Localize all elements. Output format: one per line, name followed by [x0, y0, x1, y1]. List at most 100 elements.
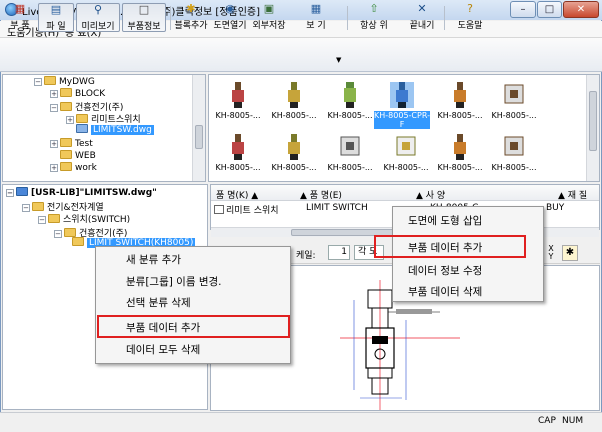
part-thumbnail[interactable]: KH-8005-... — [432, 134, 488, 172]
toolbar-always-on-top-button[interactable]: ⇧ 항상 위 — [354, 3, 394, 32]
part-thumbnail[interactable]: KH-8005-... — [322, 134, 378, 172]
column-header-name-kr[interactable]: 품 명(K) ▲ — [216, 188, 258, 201]
collapse-icon[interactable]: − — [6, 189, 14, 197]
collapse-icon[interactable]: − — [50, 104, 58, 112]
document-icon — [214, 205, 224, 214]
toolbar-preview-button[interactable]: ⚲ 미리보기 — [76, 3, 120, 32]
toolbar-parts-button[interactable]: ▦ 부 품 — [6, 3, 34, 32]
collapse-icon[interactable]: − — [38, 216, 46, 224]
limit-switch-icon — [338, 82, 362, 108]
part-thumbnail[interactable]: KH-8005-... — [486, 82, 542, 120]
expand-icon[interactable]: + — [50, 90, 58, 98]
limit-switch-icon — [282, 134, 306, 160]
tree-item-block[interactable]: + BLOCK — [50, 88, 105, 99]
help-icon: ? — [467, 2, 473, 15]
limit-switch-icon — [502, 82, 526, 108]
menu-delete-part-data[interactable]: 부품 데이터 삭제 — [408, 284, 482, 299]
menu-rename-category[interactable]: 분류[그룹] 이름 변경. — [126, 274, 222, 289]
collapse-icon[interactable]: − — [54, 230, 62, 238]
drawing-open-icon: ◉ — [225, 2, 235, 15]
column-header-spec[interactable]: ▲ 사 양 — [416, 188, 445, 201]
num-indicator: NUM — [562, 416, 584, 426]
tree-item-work[interactable]: + work — [50, 162, 97, 173]
menu-edit-data-info[interactable]: 데이터 정보 수정 — [408, 263, 482, 278]
menu-new-category[interactable]: 새 분류 추가 — [126, 252, 181, 267]
close-button[interactable]: ✕ — [563, 1, 599, 18]
folder-icon — [44, 76, 56, 85]
limit-switch-icon — [502, 134, 526, 160]
folder-icon — [60, 162, 72, 171]
column-header-name-en[interactable]: ▲ 품 명(E) — [300, 188, 342, 201]
toolbar-block-add-button[interactable]: ✱ 블록추가 — [173, 3, 209, 32]
thumbnail-scrollbar[interactable] — [586, 75, 599, 181]
insert-block-icon[interactable]: ✱ — [562, 245, 578, 261]
limit-switch-icon — [448, 134, 472, 160]
menu-delete-all-data[interactable]: 데이터 모두 삭제 — [126, 342, 200, 357]
menu-delete-category[interactable]: 선택 분류 삭제 — [126, 295, 191, 310]
table-row[interactable]: 리미트 스위치 — [214, 203, 279, 216]
limit-switch-icon — [448, 82, 472, 108]
table-cell: LIMIT SWITCH — [306, 203, 368, 213]
collapse-icon[interactable]: − — [22, 204, 30, 212]
block-add-icon: ✱ — [186, 2, 196, 15]
toolbar-external-save-button[interactable]: ▣ 외부저장 — [251, 3, 287, 32]
preview-icon: ⚲ — [93, 3, 103, 16]
part-info-icon: □ — [138, 3, 150, 16]
toolbar-file-button[interactable]: ▤ 파 일 — [38, 3, 74, 32]
grid-header — [211, 185, 599, 201]
menu-add-part-data[interactable]: 부품 데이터 추가 — [408, 240, 482, 255]
toolbar-separator — [170, 6, 171, 30]
toolbar-view-button[interactable]: ▦ 보 기 — [296, 3, 336, 32]
tree-item-limitsw-dwg[interactable]: LIMITSW.dwg — [76, 124, 154, 135]
library-icon — [16, 187, 28, 196]
lib-item-switch[interactable]: − 스위치(SWITCH) — [38, 212, 130, 225]
part-thumbnail[interactable]: KH-8005-... — [210, 82, 266, 120]
file-tree-scrollbar[interactable] — [192, 75, 205, 181]
exit-icon: ✕ — [417, 2, 427, 15]
scrollbar-thumb[interactable] — [195, 125, 203, 149]
toolbar-part-info-button[interactable]: □ 부품정보 — [122, 3, 166, 32]
table-cell: BUY — [546, 203, 565, 213]
view-icon: ▦ — [310, 2, 322, 15]
always-on-top-icon: ⇧ — [369, 2, 379, 15]
folder-icon — [60, 138, 72, 147]
part-thumbnail[interactable]: KH-8005-... — [210, 134, 266, 172]
column-header-material[interactable]: ▲ 재 질 — [558, 188, 587, 201]
maximize-button[interactable]: □ — [537, 1, 562, 18]
part-thumbnail[interactable]: KH-8005-... — [266, 134, 322, 172]
toolbar-separator — [347, 6, 348, 30]
scrollbar-thumb[interactable] — [589, 91, 597, 151]
tree-item-mydwg[interactable]: − MyDWG — [34, 76, 95, 87]
menu-add-part-data[interactable]: 부품 데이터 추가 — [126, 320, 200, 335]
tree-item-web[interactable]: WEB — [50, 150, 96, 161]
part-thumbnail[interactable]: KH-8005-... — [378, 134, 434, 172]
flip-xy-icon[interactable]: XY — [544, 245, 558, 262]
toolbar-exit-button[interactable]: ✕ 끝내기 — [404, 3, 440, 32]
expand-icon[interactable]: + — [50, 164, 58, 172]
part-thumbnail[interactable]: KH-8005-... — [432, 82, 488, 120]
limit-switch-icon — [226, 82, 250, 108]
toolbar-help-button[interactable]: ? 도움말 — [452, 3, 488, 32]
library-root[interactable]: − [USR-LIB]"LIMITSW.dwg" — [6, 187, 157, 198]
dwg-file-icon — [76, 124, 88, 133]
expand-icon[interactable]: + — [66, 116, 74, 124]
tree-item-test[interactable]: + Test — [50, 138, 93, 149]
expand-icon[interactable]: + — [50, 140, 58, 148]
toolbar-drawing-open-button[interactable]: ◉ 도면열기 — [212, 3, 248, 32]
part-thumbnail[interactable]: KH-8005-... — [266, 82, 322, 120]
view-dropdown-icon[interactable]: ▼ — [336, 56, 341, 64]
limit-switch-icon — [338, 134, 362, 160]
minimize-button[interactable]: – — [510, 1, 536, 18]
external-save-icon: ▣ — [263, 2, 275, 15]
folder-icon — [32, 202, 44, 211]
part-thumbnail-selected[interactable]: KH-8005-CPR-F — [374, 82, 430, 129]
part-thumbnail[interactable]: KH-8005-... — [486, 134, 542, 172]
limit-switch-icon — [394, 134, 418, 160]
file-icon: ▤ — [50, 3, 62, 16]
scale-input[interactable]: 1 — [328, 245, 350, 260]
status-bar — [0, 412, 602, 432]
collapse-icon[interactable]: − — [34, 78, 42, 86]
menu-insert-shape[interactable]: 도면에 도형 삽입 — [408, 213, 482, 228]
part-thumbnail[interactable]: KH-8005-... — [322, 82, 378, 120]
caps-indicator: CAP — [538, 416, 556, 426]
